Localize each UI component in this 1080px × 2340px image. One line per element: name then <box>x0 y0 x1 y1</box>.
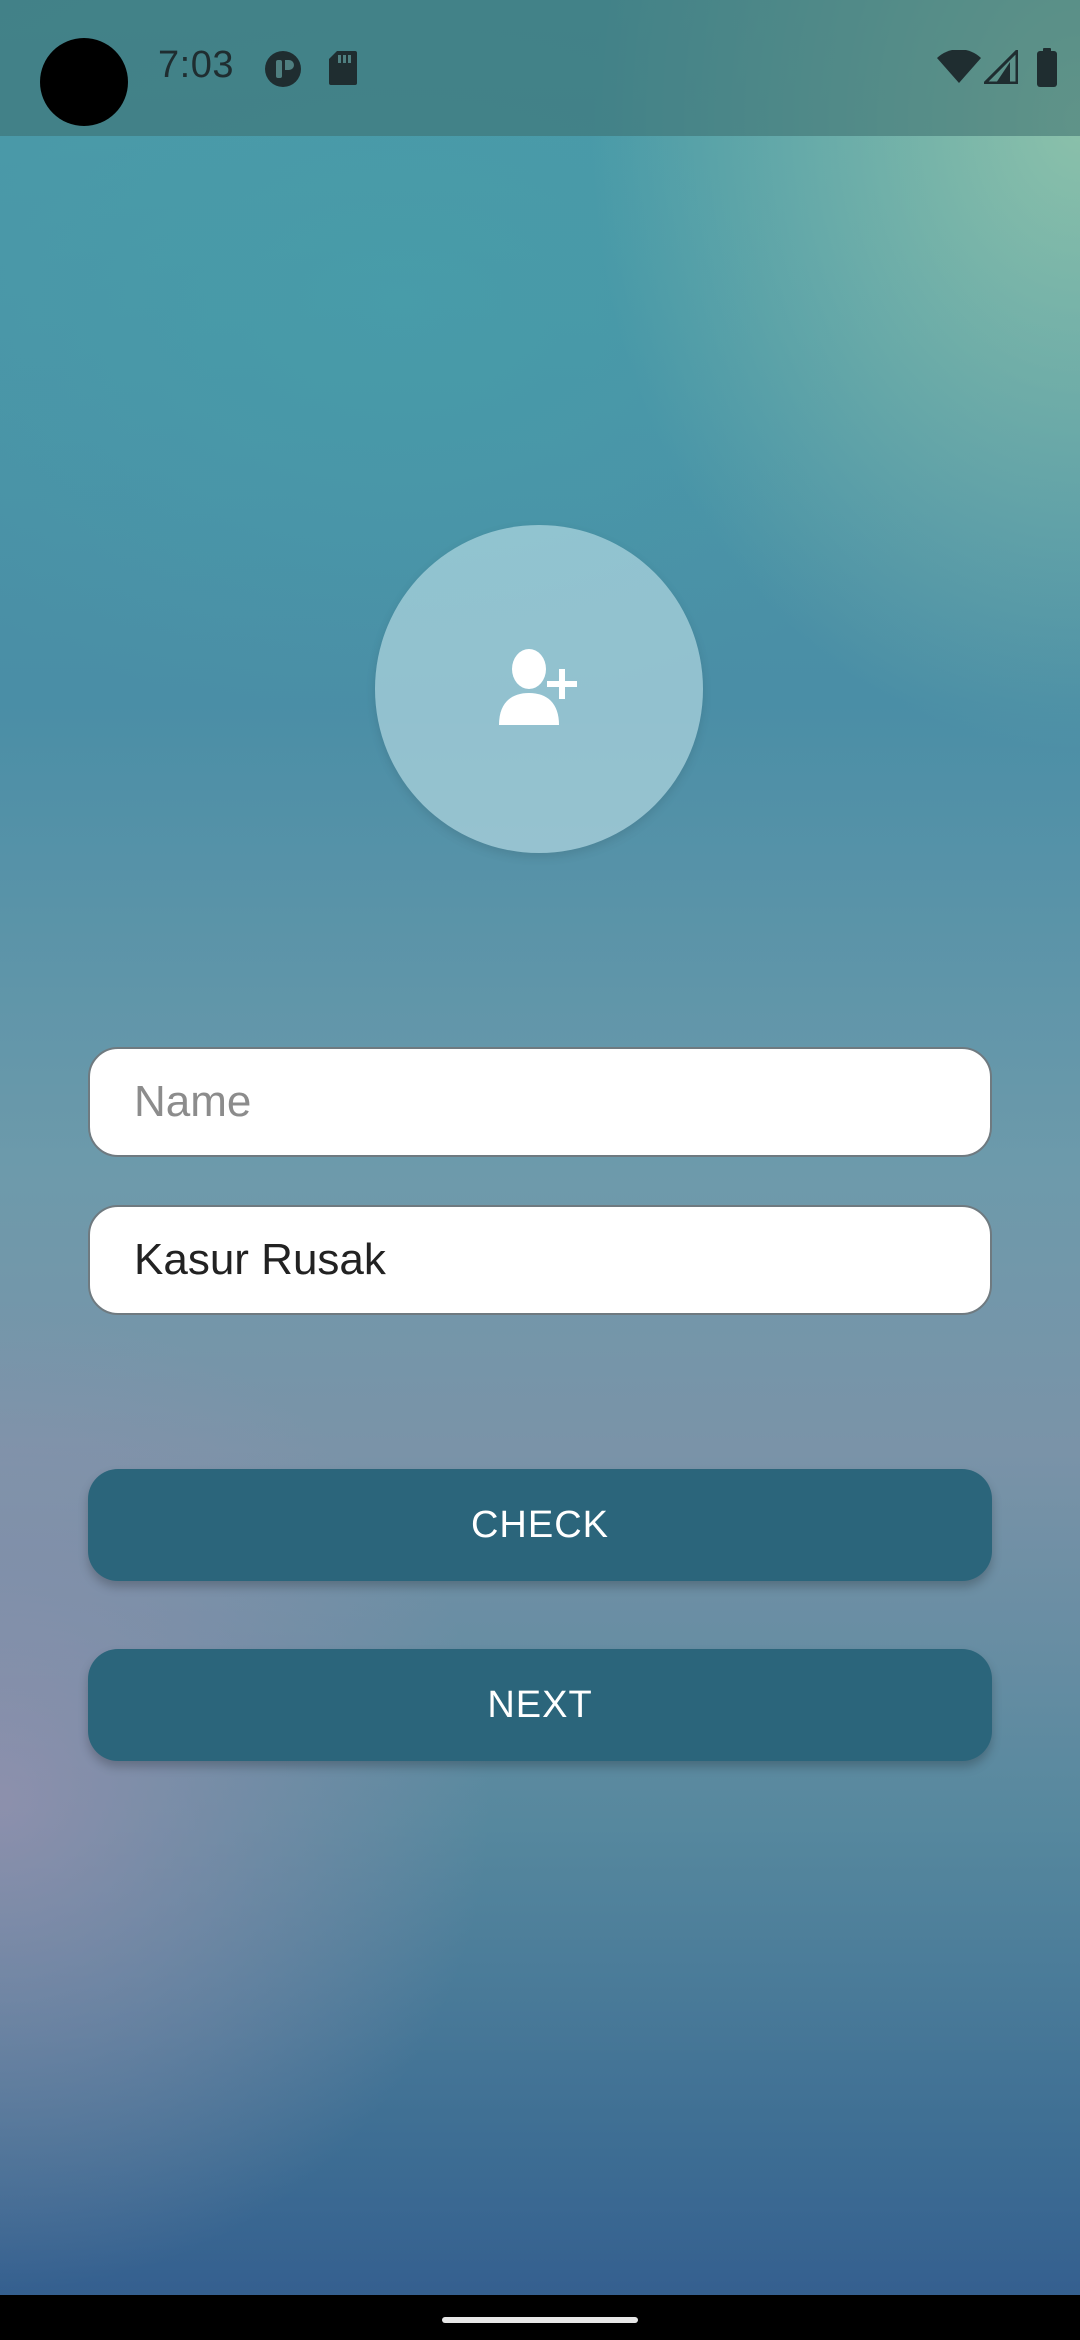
check-button-label: CHECK <box>470 1503 610 1546</box>
status-bar: 7:03 <box>0 0 1080 136</box>
wifi-icon <box>936 50 982 84</box>
check-button[interactable]: CHECK <box>88 1469 992 1581</box>
navigation-bar <box>0 2295 1080 2340</box>
app-notification-icon <box>264 50 302 88</box>
status-time: 7:03 <box>158 44 234 86</box>
next-button-label: NEXT <box>487 1683 593 1726</box>
camera-cutout <box>40 38 128 126</box>
name-placeholder: Name <box>134 1077 252 1126</box>
signal-icon <box>984 50 1018 84</box>
add-profile-photo-button[interactable] <box>375 525 703 853</box>
add-person-icon <box>497 647 581 732</box>
name-input[interactable]: Name <box>88 1047 992 1157</box>
second-input[interactable]: Kasur Rusak <box>88 1205 992 1315</box>
second-input-value: Kasur Rusak <box>134 1235 386 1284</box>
battery-icon <box>1036 48 1058 88</box>
sd-card-icon <box>328 50 358 86</box>
home-indicator[interactable] <box>442 2317 638 2323</box>
next-button[interactable]: NEXT <box>88 1649 992 1761</box>
